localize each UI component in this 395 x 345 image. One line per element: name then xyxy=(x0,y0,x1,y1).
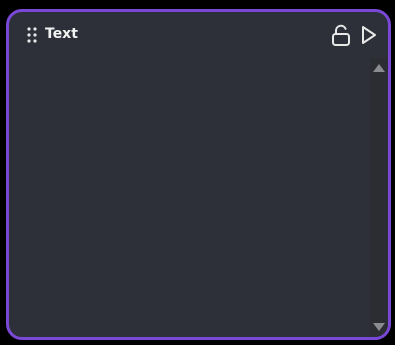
panel-header: Text xyxy=(9,12,388,58)
unlock-icon[interactable] xyxy=(331,24,351,46)
drag-handle-icon[interactable] xyxy=(27,27,37,43)
text-content-area[interactable] xyxy=(9,58,370,337)
arrow-down-icon[interactable] xyxy=(372,321,386,333)
arrow-up-icon[interactable] xyxy=(372,62,386,74)
play-icon[interactable] xyxy=(361,25,377,45)
panel-title: Text xyxy=(45,26,78,42)
text-node-panel: Text xyxy=(6,9,391,340)
vertical-scrollbar[interactable] xyxy=(370,58,388,337)
